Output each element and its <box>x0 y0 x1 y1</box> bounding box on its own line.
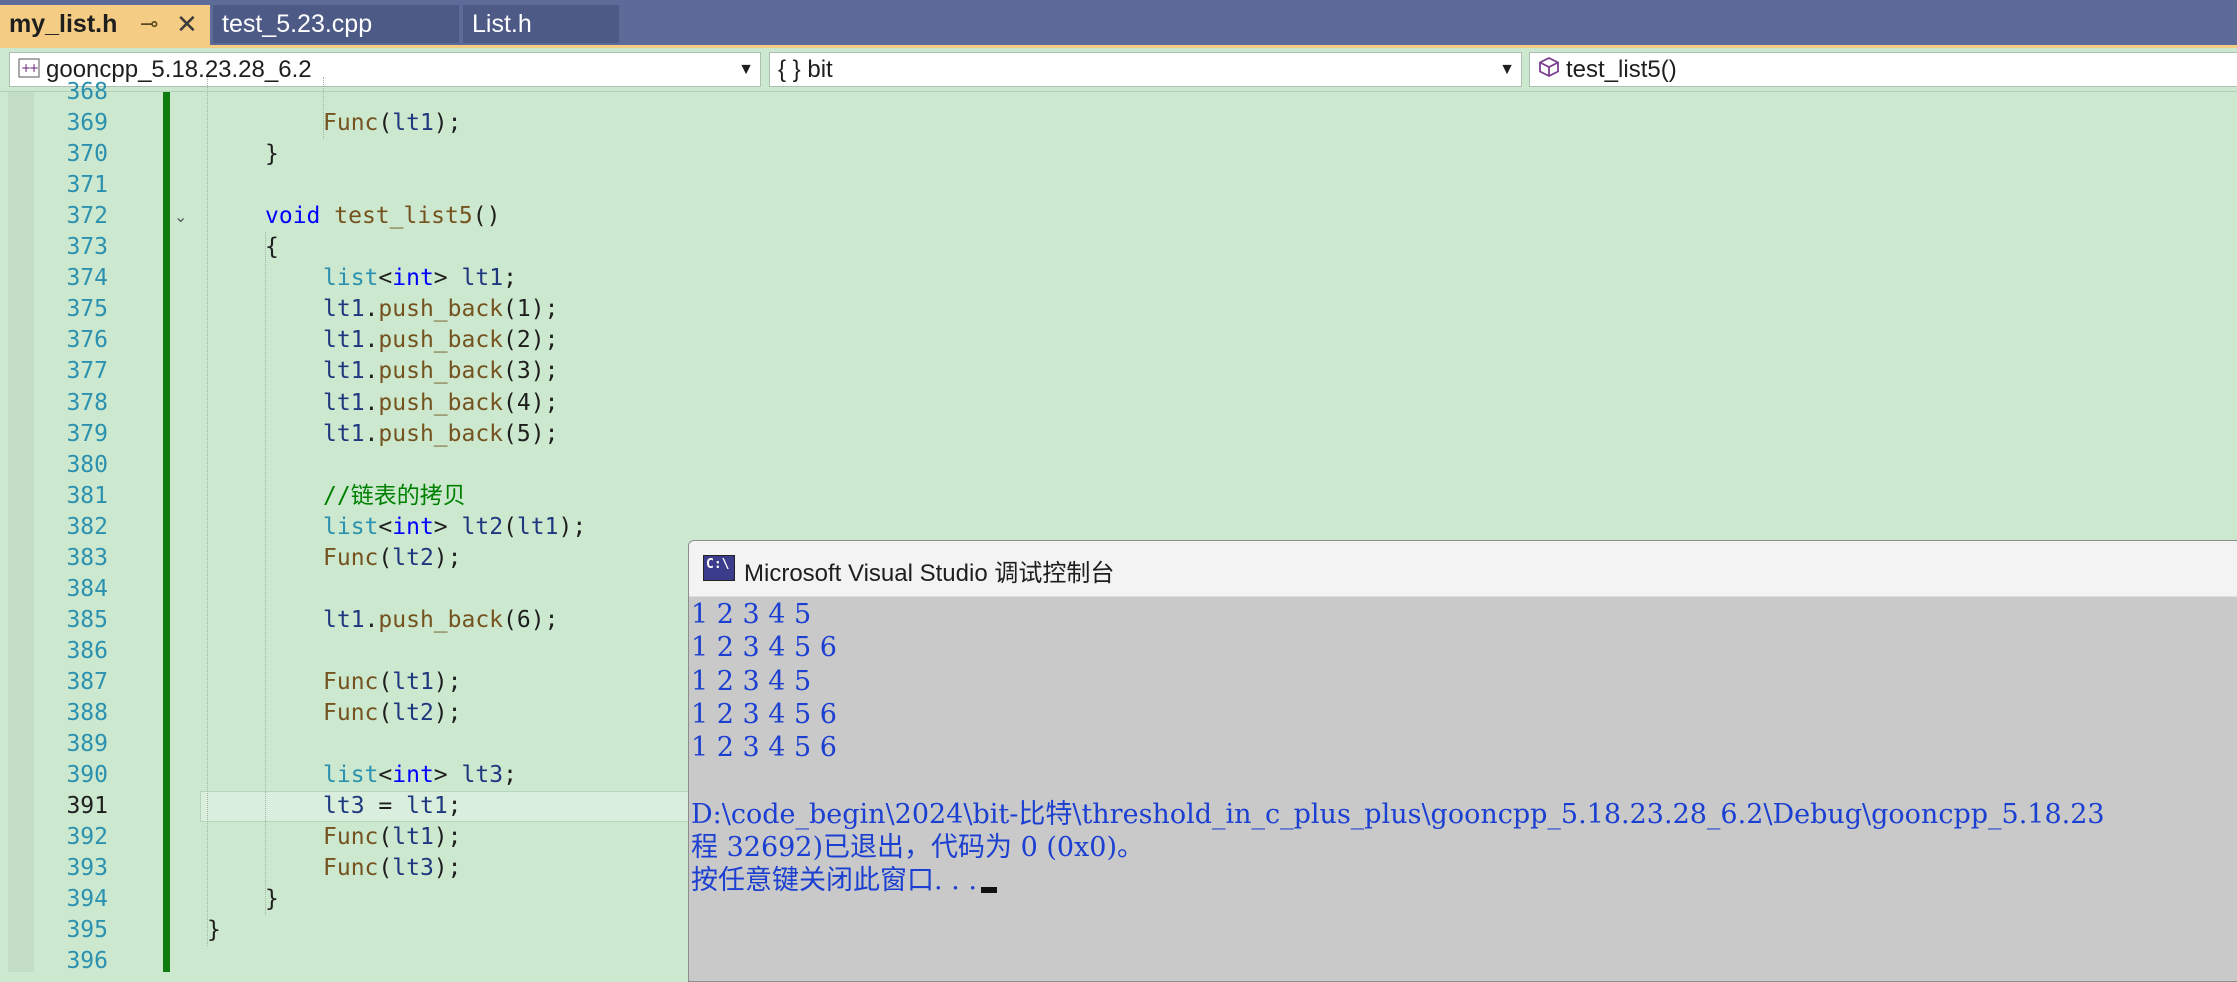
code-line[interactable]: 371 <box>0 170 2237 201</box>
line-number: 389 <box>66 731 108 758</box>
debug-console-window[interactable]: C:\ Microsoft Visual Studio 调试控制台 1 2 3 … <box>688 540 2237 982</box>
code-text: void test_list5() <box>265 203 501 230</box>
code-text: Func(lt3); <box>323 855 462 882</box>
code-text: Func(lt1); <box>323 824 462 851</box>
code-text: list<int> lt2(lt1); <box>323 513 587 540</box>
line-number: 388 <box>66 700 108 726</box>
line-number: 395 <box>66 917 108 944</box>
svg-text:+: + <box>29 61 39 75</box>
tab-label: List.h <box>472 10 532 38</box>
line-number: 394 <box>66 886 108 913</box>
line-number: 391 <box>66 793 108 820</box>
code-text: //链表的拷贝 <box>323 482 466 509</box>
collapse-icon[interactable]: ⌄ <box>174 207 187 227</box>
console-line: 按任意键关闭此窗口. . . <box>691 864 997 897</box>
tab-my-list-h[interactable]: my_list.h ⊸ ✕ <box>0 5 210 47</box>
console-line: 1 2 3 4 5 6 <box>691 732 837 764</box>
line-number: 369 <box>66 110 108 137</box>
indent-guide <box>207 77 208 947</box>
line-number: 368 <box>66 79 108 105</box>
line-number: 373 <box>66 234 108 261</box>
line-number: 386 <box>66 637 108 664</box>
code-line[interactable]: 380 <box>0 450 2237 481</box>
code-text: list<int> lt3; <box>323 762 517 789</box>
code-text: } <box>265 141 279 168</box>
code-line[interactable]: 381 //链表的拷贝 <box>0 481 2237 512</box>
code-text: } <box>265 886 279 913</box>
code-text: Func(lt1); <box>323 668 462 695</box>
indent-guide <box>265 232 266 916</box>
console-line: 程 32692)已退出，代码为 0 (0x0)。 <box>691 832 1145 864</box>
code-line[interactable]: 375 lt1.push_back(1); <box>0 294 2237 325</box>
line-number: 383 <box>66 544 108 571</box>
line-number: 385 <box>66 606 108 633</box>
tab-test-5-23-cpp[interactable]: test_5.23.cpp <box>213 5 459 43</box>
code-text: lt1.push_back(6); <box>323 606 559 633</box>
console-titlebar[interactable]: C:\ Microsoft Visual Studio 调试控制台 <box>689 541 2237 597</box>
code-text: lt3 = lt1; <box>323 793 462 820</box>
tab-label: test_5.23.cpp <box>222 10 373 38</box>
line-number: 375 <box>66 296 108 323</box>
console-title: Microsoft Visual Studio 调试控制台 <box>744 560 1115 587</box>
tab-list-h[interactable]: List.h <box>463 5 619 43</box>
code-text: Func(lt2); <box>323 700 462 726</box>
line-number: 392 <box>66 824 108 851</box>
code-line[interactable]: 372 void test_list5() ⌄ <box>0 201 2237 232</box>
code-text: Func(lt2); <box>323 544 462 571</box>
close-icon[interactable]: ✕ <box>176 5 198 43</box>
code-line[interactable]: 370} <box>0 139 2237 170</box>
code-line[interactable]: 376 lt1.push_back(2); <box>0 325 2237 356</box>
console-line: 1 2 3 4 5 6 <box>691 698 837 730</box>
code-text: lt1.push_back(5); <box>323 420 559 447</box>
line-number: 372 <box>66 203 108 230</box>
code-line[interactable]: 369 Func(lt1); <box>0 108 2237 139</box>
line-number: 393 <box>66 855 108 882</box>
line-number: 374 <box>66 265 108 292</box>
code-text: } <box>207 917 221 944</box>
code-line[interactable]: 377 lt1.push_back(3); <box>0 356 2237 387</box>
tab-label: my_list.h <box>9 10 118 38</box>
line-number: 396 <box>66 948 108 975</box>
code-text: lt1.push_back(3); <box>323 358 559 385</box>
line-number: 371 <box>66 172 108 199</box>
line-number: 384 <box>66 575 108 602</box>
console-cursor <box>980 887 997 894</box>
line-number: 387 <box>66 668 108 695</box>
code-text: lt1.push_back(2); <box>323 327 559 354</box>
document-tab-bar: my_list.h ⊸ ✕ test_5.23.cpp List.h <box>0 0 2237 48</box>
code-line[interactable]: 373 { <box>0 232 2237 263</box>
console-line: D:\code_begin\2024\bit-比特\threshold_in_c… <box>691 798 2105 830</box>
line-number: 382 <box>66 513 108 540</box>
line-number: 376 <box>66 327 108 354</box>
code-text: Func(lt1); <box>323 110 462 137</box>
code-text: list<int> lt1; <box>323 265 517 292</box>
code-line[interactable]: 368 <box>0 77 2237 108</box>
console-line: 1 2 3 4 5 6 <box>691 632 837 664</box>
code-line[interactable]: 378 lt1.push_back(4); <box>0 388 2237 419</box>
line-number: 370 <box>66 141 108 168</box>
line-number: 381 <box>66 482 108 509</box>
line-number: 377 <box>66 358 108 385</box>
line-number: 380 <box>66 451 108 478</box>
code-text: lt1.push_back(4); <box>323 389 559 416</box>
indent-guide <box>323 77 324 140</box>
console-line: 1 2 3 4 5 <box>691 599 812 630</box>
line-number: 378 <box>66 389 108 416</box>
code-line[interactable]: 379 lt1.push_back(5); <box>0 419 2237 450</box>
code-line[interactable]: 382 list<int> lt2(lt1); <box>0 512 2237 543</box>
pin-icon[interactable]: ⊸ <box>140 5 158 43</box>
line-number: 390 <box>66 762 108 789</box>
console-line: 1 2 3 4 5 <box>691 665 812 697</box>
console-app-icon: C:\ <box>703 555 735 581</box>
code-text: { <box>265 234 279 261</box>
code-line[interactable]: 374 list<int> lt1; <box>0 263 2237 294</box>
line-number: 379 <box>66 420 108 447</box>
code-text: lt1.push_back(1); <box>323 296 559 323</box>
